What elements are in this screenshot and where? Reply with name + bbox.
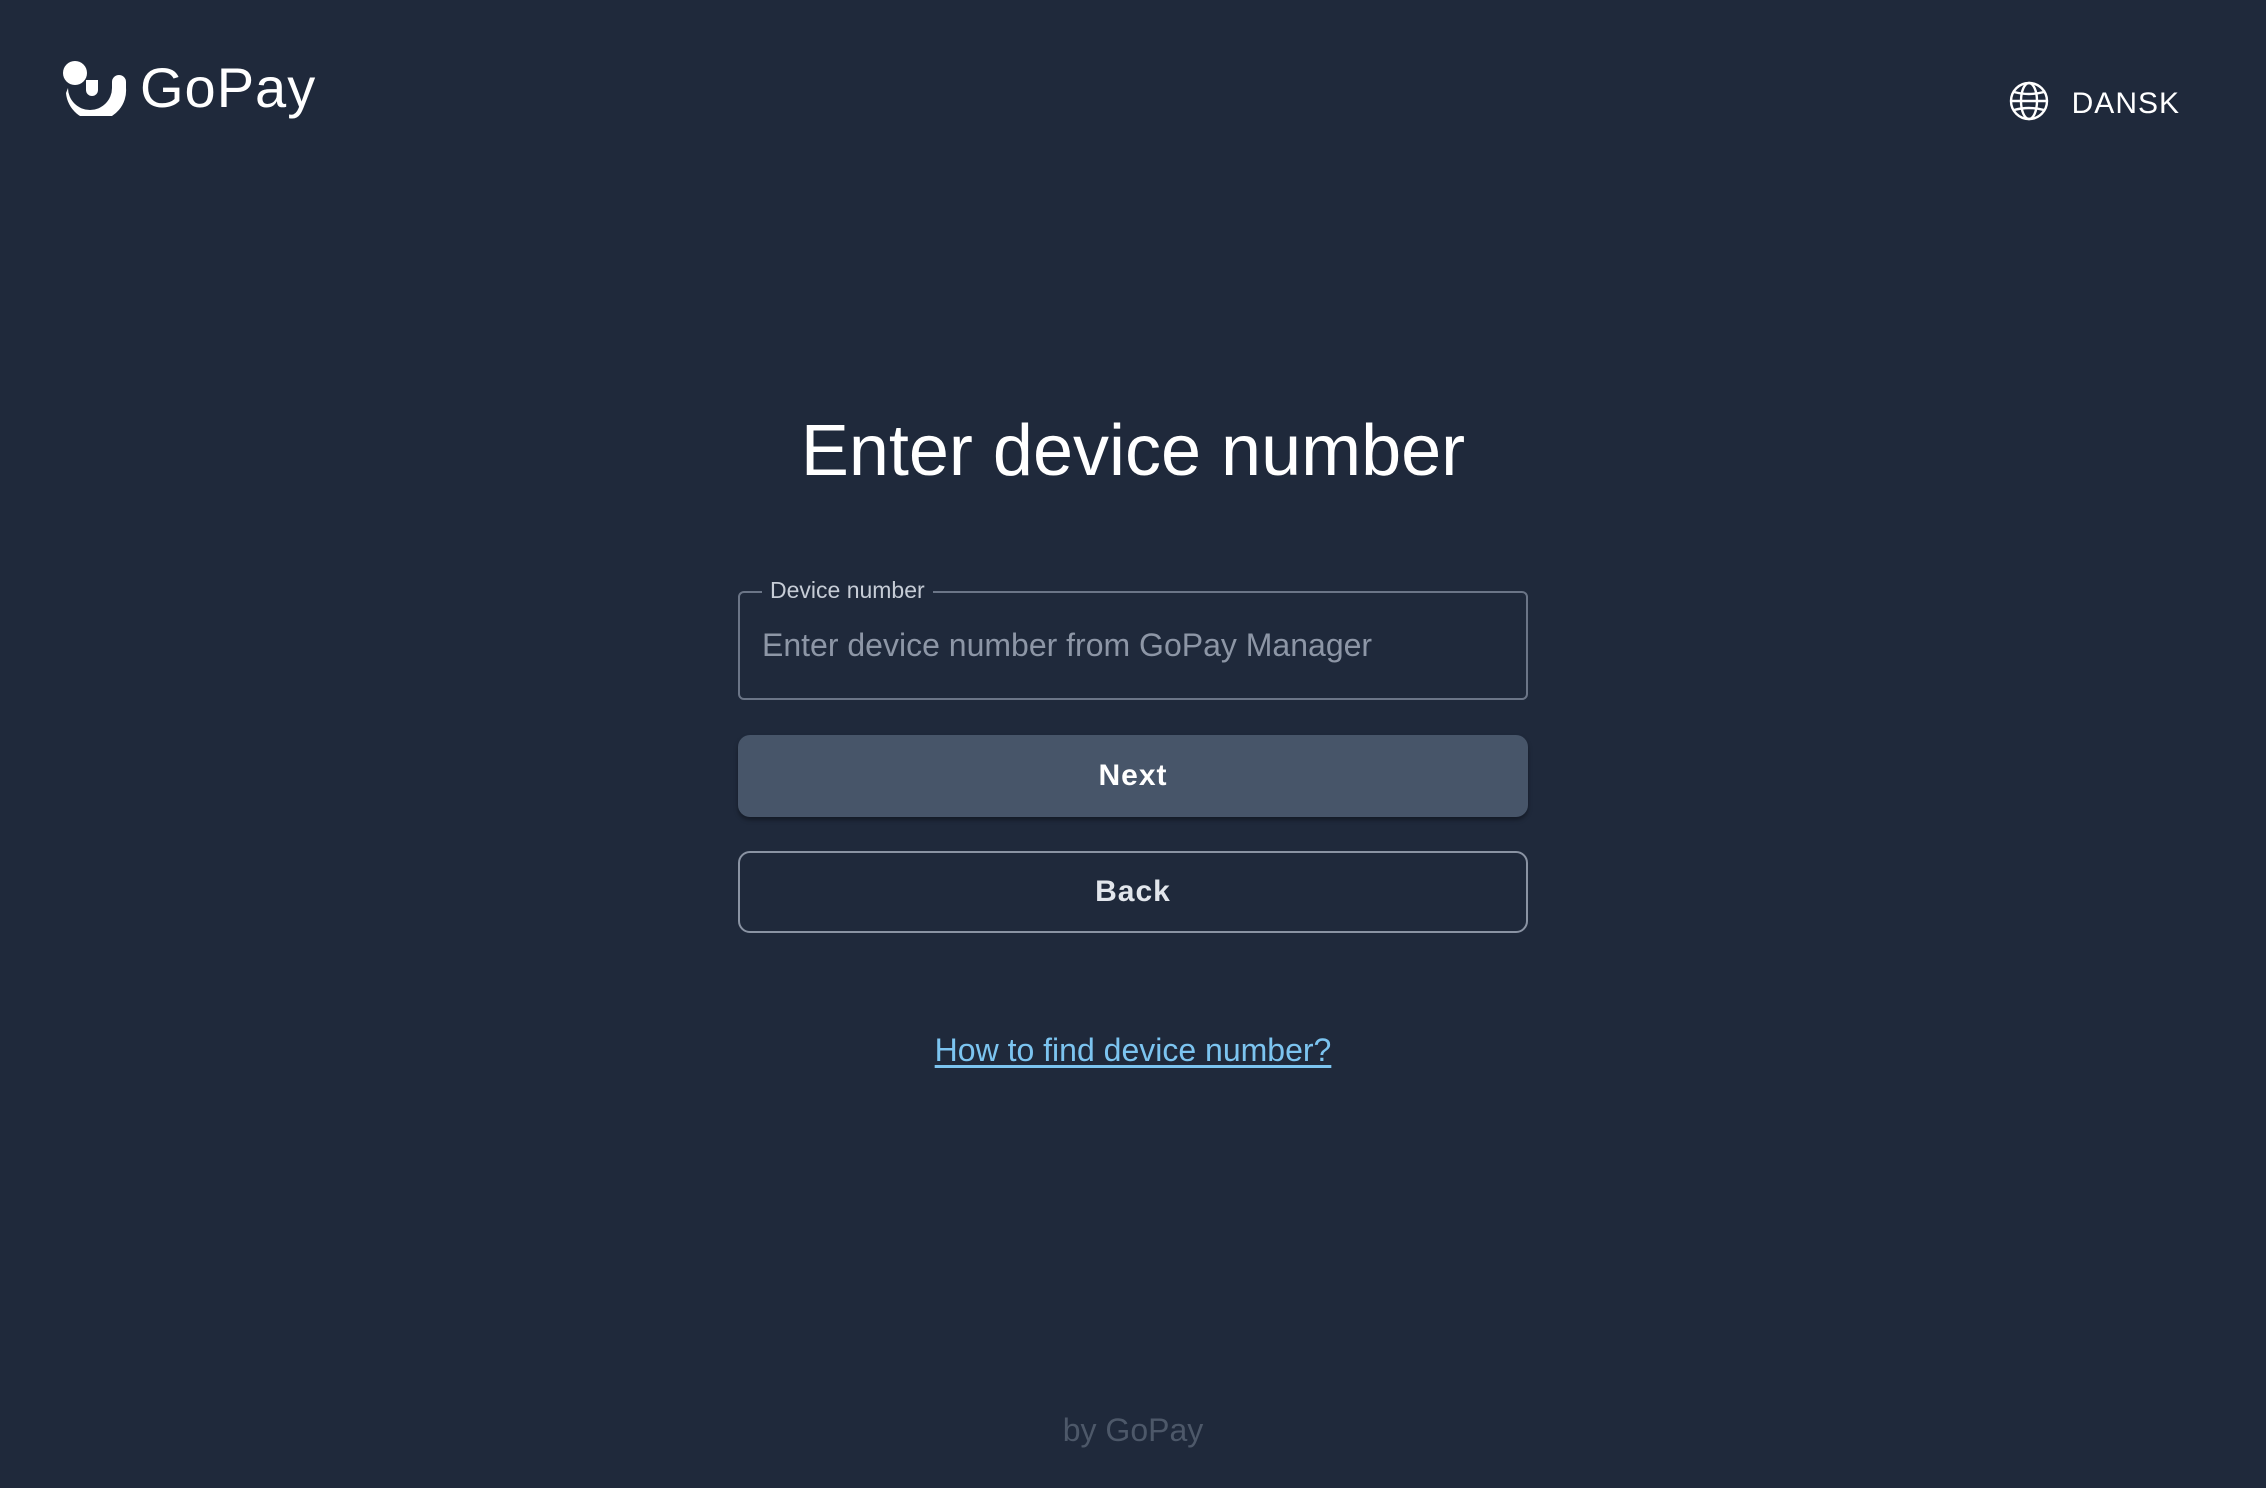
gopay-logo-icon xyxy=(62,60,130,116)
language-label: DANSK xyxy=(2071,86,2180,120)
page-title: Enter device number xyxy=(800,411,1466,491)
globe-icon xyxy=(2008,80,2050,127)
device-number-field: Device number xyxy=(738,577,1528,700)
back-button[interactable]: Back xyxy=(738,851,1528,933)
next-button[interactable]: Next xyxy=(738,735,1528,817)
device-number-input[interactable] xyxy=(762,593,1504,698)
gopay-logo-text: GoPay xyxy=(140,56,317,119)
gopay-logo: GoPay xyxy=(62,60,316,116)
language-selector[interactable]: DANSK xyxy=(2008,80,2180,127)
help-link-container: How to find device number? xyxy=(0,1032,2266,1069)
footer-text: by GoPay xyxy=(1062,1412,1204,1448)
how-to-find-device-number-link[interactable]: How to find device number? xyxy=(935,1032,1332,1068)
